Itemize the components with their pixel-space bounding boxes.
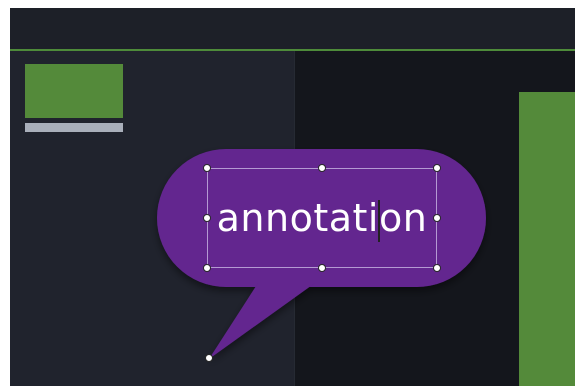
resize-handle-left[interactable] bbox=[203, 214, 211, 222]
resize-handle-top-right[interactable] bbox=[433, 164, 441, 172]
annotation-text[interactable]: annotation bbox=[217, 188, 428, 248]
annotation-text-field[interactable]: annotation bbox=[207, 188, 437, 248]
annotation-text-end: on bbox=[379, 196, 428, 240]
annotation-text-start: annotati bbox=[216, 196, 379, 240]
resize-handle-bottom-right[interactable] bbox=[433, 264, 441, 272]
resize-handle-bottom-left[interactable] bbox=[203, 264, 211, 272]
callout-tail-handle[interactable] bbox=[205, 354, 213, 362]
resize-handle-bottom[interactable] bbox=[318, 264, 326, 272]
resize-handle-right[interactable] bbox=[433, 214, 441, 222]
resize-handle-top[interactable] bbox=[318, 164, 326, 172]
bubble-tail bbox=[209, 283, 315, 359]
editor-canvas: annotation bbox=[10, 8, 575, 386]
resize-handle-top-left[interactable] bbox=[203, 164, 211, 172]
